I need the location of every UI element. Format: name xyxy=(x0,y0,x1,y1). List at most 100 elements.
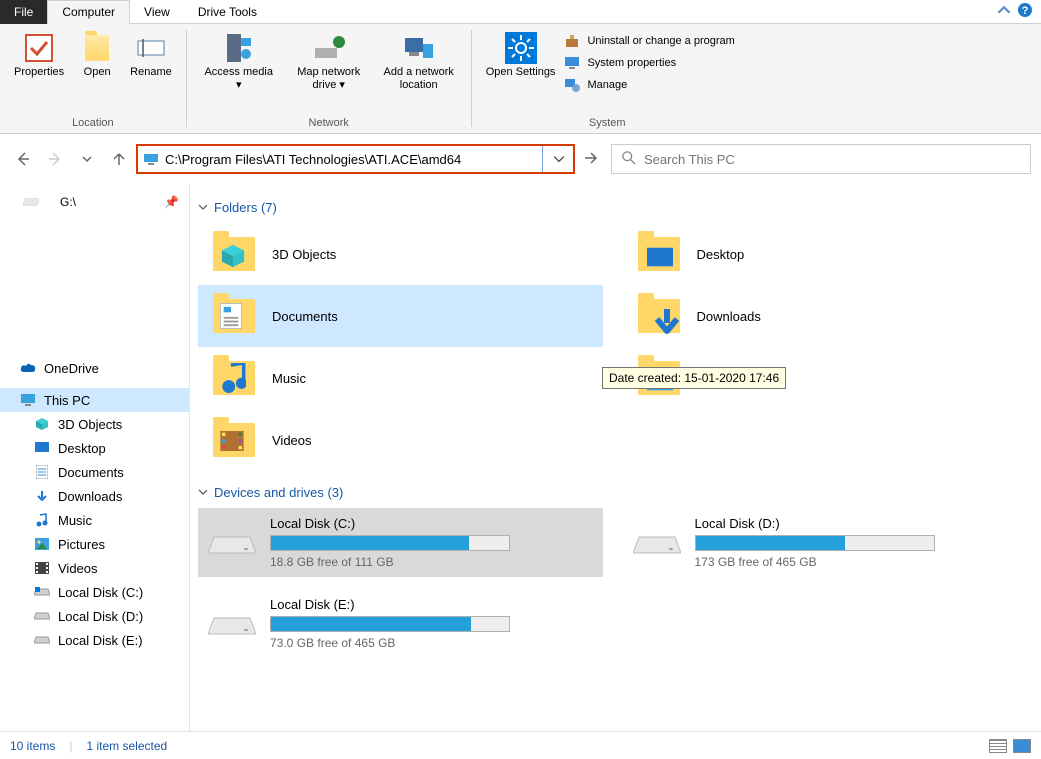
drive-free-text: 73.0 GB free of 465 GB xyxy=(270,636,593,650)
uninstall-program-button[interactable]: Uninstall or change a program xyxy=(563,32,734,50)
sidebar-item[interactable]: 3D Objects xyxy=(0,412,189,436)
nav-forward-button[interactable] xyxy=(46,150,64,168)
folder-item[interactable]: 3D Objects xyxy=(198,223,603,285)
status-bar: 10 items | 1 item selected xyxy=(0,731,1041,759)
tree-label: Local Disk (D:) xyxy=(58,609,143,624)
help-icon[interactable]: ? xyxy=(1017,2,1033,21)
status-selected-count: 1 item selected xyxy=(86,739,167,753)
folder-label: Desktop xyxy=(697,247,745,262)
tab-drive-tools[interactable]: Drive Tools xyxy=(184,0,271,24)
tree-icon xyxy=(34,632,50,648)
drive-label: Local Disk (D:) xyxy=(695,516,1018,531)
tree-label: Videos xyxy=(58,561,98,576)
drive-icon xyxy=(10,192,52,212)
pc-icon xyxy=(137,151,165,167)
map-network-drive-button[interactable]: Map network drive ▾ xyxy=(285,28,373,117)
folder-item[interactable]: Videos xyxy=(198,409,603,471)
access-media-button[interactable]: Access media ▾ xyxy=(195,28,283,117)
sidebar-item[interactable]: Videos xyxy=(0,556,189,580)
network-location-icon xyxy=(403,32,435,64)
content-pane: Folders (7) 3D Objects Desktop Documents Do… xyxy=(190,184,1041,731)
tree-icon xyxy=(34,536,50,552)
search-icon xyxy=(622,151,636,168)
tab-computer[interactable]: Computer xyxy=(47,0,130,24)
quick-access-drive[interactable]: G:\ 📌 xyxy=(0,188,189,216)
folder-item[interactable]: Downloads xyxy=(623,285,1028,347)
drive-item[interactable]: Local Disk (D:) 173 GB free of 465 GB xyxy=(623,508,1028,577)
tree-label: Documents xyxy=(58,465,124,480)
uninstall-icon xyxy=(563,32,581,50)
chevron-down-icon xyxy=(198,200,208,215)
folder-item[interactable]: Music xyxy=(198,347,603,409)
sidebar-item[interactable]: Music xyxy=(0,508,189,532)
media-server-icon xyxy=(223,32,255,64)
sidebar-item[interactable]: Local Disk (E:) xyxy=(0,628,189,652)
drive-item[interactable]: Local Disk (C:) 18.8 GB free of 111 GB xyxy=(198,508,603,577)
folder-item[interactable]: Documents xyxy=(198,285,603,347)
tab-view[interactable]: View xyxy=(130,0,184,24)
tree-icon xyxy=(34,440,50,456)
navigation-bar xyxy=(0,134,1041,184)
nav-recent-dropdown[interactable] xyxy=(78,150,96,168)
tree-icon xyxy=(34,608,50,624)
rename-icon xyxy=(135,32,167,64)
details-view-button[interactable] xyxy=(989,739,1007,753)
folder-icon xyxy=(210,233,258,275)
nav-up-button[interactable] xyxy=(110,150,128,168)
folders-section-header[interactable]: Folders (7) xyxy=(198,200,1027,215)
tree-icon xyxy=(34,512,50,528)
hdd-icon xyxy=(208,604,256,644)
status-item-count: 10 items xyxy=(10,739,55,753)
ribbon-tabs: File Computer View Drive Tools ? xyxy=(0,0,1041,24)
folder-icon xyxy=(635,295,683,337)
chevron-down-icon xyxy=(198,485,208,500)
folder-icon xyxy=(210,295,258,337)
tree-label: Pictures xyxy=(58,537,105,552)
sidebar-item[interactable]: Desktop xyxy=(0,436,189,460)
chevron-down-icon: ▾ xyxy=(236,79,242,91)
manage-icon xyxy=(563,76,581,94)
chevron-down-icon: ▾ xyxy=(339,79,345,91)
properties-button[interactable]: Properties xyxy=(8,28,70,117)
cloud-icon xyxy=(20,360,36,376)
search-box[interactable] xyxy=(611,144,1031,174)
tooltip: Date created: 15-01-2020 17:46 xyxy=(602,367,786,389)
ribbon-collapse-icon[interactable] xyxy=(997,3,1011,20)
svg-text:?: ? xyxy=(1022,5,1029,17)
open-button[interactable]: Open xyxy=(72,28,122,117)
tab-file[interactable]: File xyxy=(0,0,47,24)
folder-label: Videos xyxy=(272,433,312,448)
folder-icon xyxy=(210,419,258,461)
navigation-pane: G:\ 📌 OneDrive This PC 3D ObjectsDesktop… xyxy=(0,184,190,731)
ribbon-group-location: Properties Open Rename Location xyxy=(0,24,186,133)
open-settings-button[interactable]: Open Settings xyxy=(480,28,562,117)
sidebar-item[interactable]: Downloads xyxy=(0,484,189,508)
nav-go-button[interactable] xyxy=(583,150,603,169)
add-network-location-button[interactable]: Add a network location xyxy=(375,28,463,117)
drives-section-header[interactable]: Devices and drives (3) xyxy=(198,485,1027,500)
drive-item[interactable]: Local Disk (E:) 73.0 GB free of 465 GB xyxy=(198,589,603,658)
manage-button[interactable]: Manage xyxy=(563,76,734,94)
monitor-icon xyxy=(563,54,581,72)
tiles-view-button[interactable] xyxy=(1013,739,1031,753)
sidebar-item[interactable]: Pictures xyxy=(0,532,189,556)
system-properties-button[interactable]: System properties xyxy=(563,54,734,72)
drive-free-text: 173 GB free of 465 GB xyxy=(695,555,1018,569)
address-bar[interactable] xyxy=(136,144,575,174)
search-input[interactable] xyxy=(644,152,1020,167)
address-input[interactable] xyxy=(165,145,542,173)
sidebar-item[interactable]: Local Disk (C:) xyxy=(0,580,189,604)
ribbon: Properties Open Rename Location Access m… xyxy=(0,24,1041,134)
rename-button[interactable]: Rename xyxy=(124,28,178,117)
sidebar-item[interactable]: Local Disk (D:) xyxy=(0,604,189,628)
folder-item[interactable]: Desktop xyxy=(623,223,1028,285)
settings-gear-icon xyxy=(505,32,537,64)
address-dropdown-button[interactable] xyxy=(542,145,574,173)
nav-back-button[interactable] xyxy=(14,150,32,168)
sidebar-item[interactable]: Documents xyxy=(0,460,189,484)
view-toggle xyxy=(989,739,1031,753)
tree-label: Downloads xyxy=(58,489,122,504)
tree-icon xyxy=(34,560,50,576)
sidebar-thispc[interactable]: This PC xyxy=(0,388,189,412)
sidebar-onedrive[interactable]: OneDrive xyxy=(0,356,189,380)
